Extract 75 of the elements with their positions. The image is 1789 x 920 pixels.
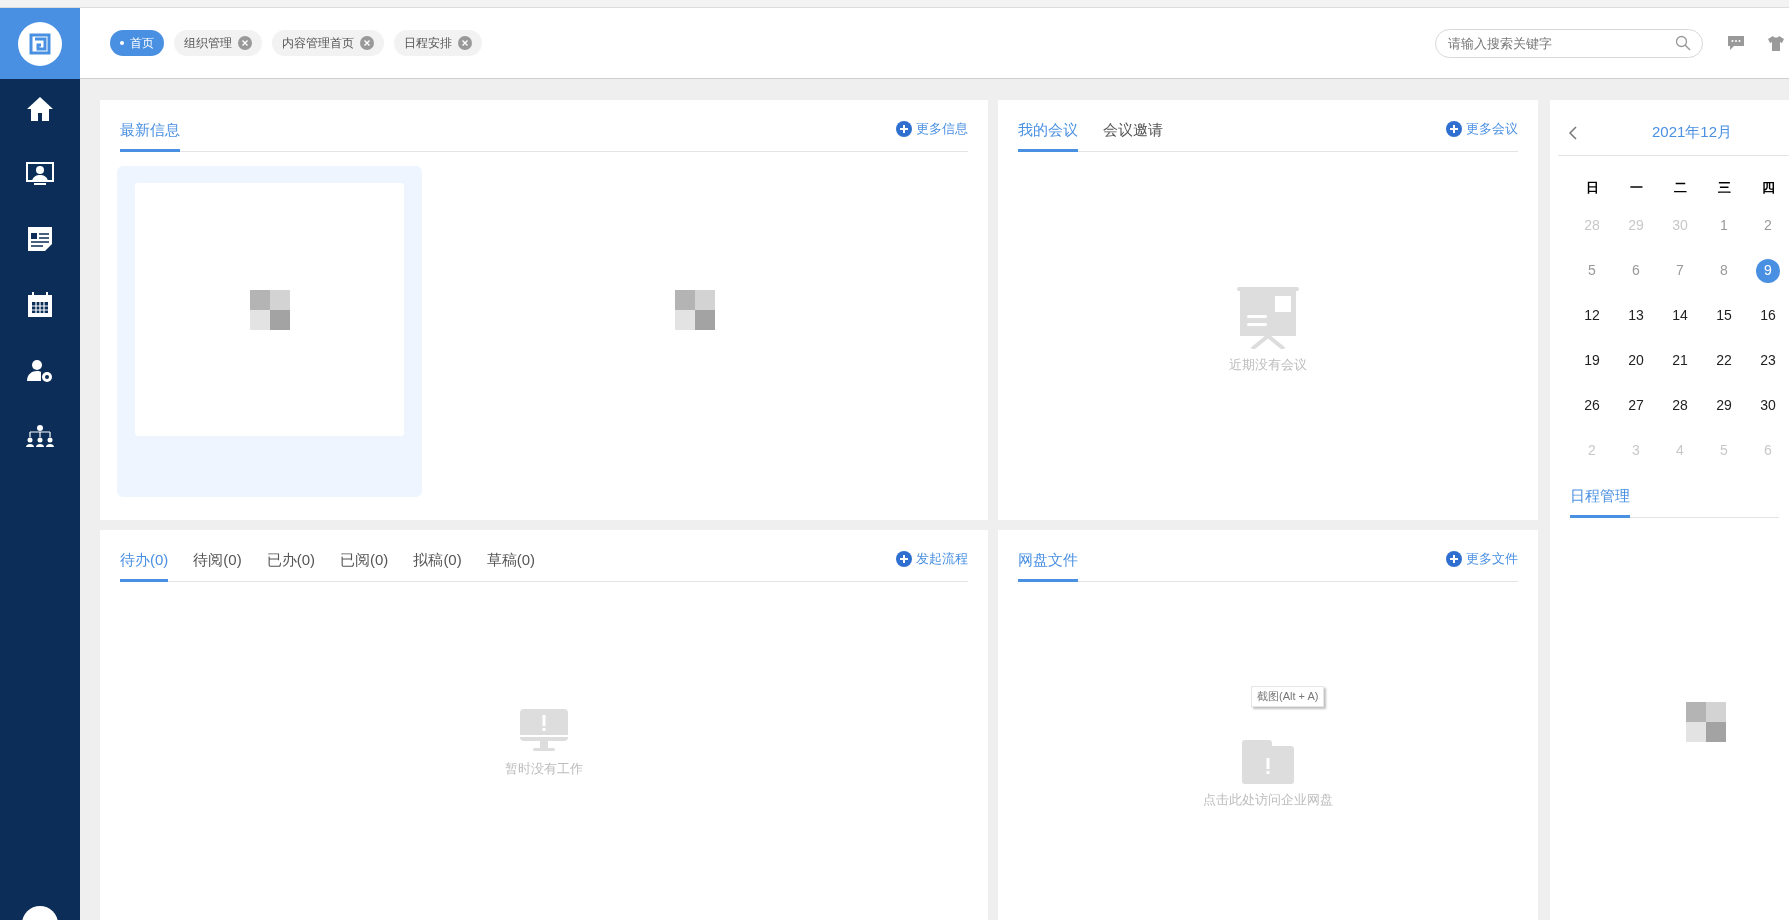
tooltip: 截图(Alt + A): [1251, 686, 1325, 707]
calendar-day[interactable]: 22: [1712, 348, 1736, 373]
panel-tab[interactable]: 最新信息: [120, 111, 180, 152]
calendar-day[interactable]: 30: [1756, 393, 1780, 418]
calendar-day[interactable]: 27: [1624, 393, 1648, 418]
panel-tab[interactable]: 我的会议: [1018, 111, 1078, 152]
calendar-day[interactable]: 9: [1756, 258, 1780, 283]
panel-tab[interactable]: 拟稿(0): [413, 541, 462, 582]
calendar-day[interactable]: 7: [1668, 258, 1692, 283]
calendar-day[interactable]: 26: [1580, 393, 1604, 418]
close-icon[interactable]: [458, 36, 472, 50]
folder-alert-icon: [1242, 740, 1294, 784]
plus-icon[interactable]: [1446, 121, 1462, 137]
panel-tab[interactable]: 网盘文件: [1018, 541, 1078, 582]
weekday-label: 二: [1673, 179, 1687, 198]
header-tab[interactable]: 日程安排: [394, 30, 482, 56]
weekday-label: 一: [1629, 179, 1643, 198]
plus-icon[interactable]: [896, 551, 912, 567]
image-placeholder-icon: [1686, 702, 1726, 742]
weekday-label: 三: [1717, 179, 1731, 198]
logo-icon: [18, 21, 62, 66]
calendar-day[interactable]: 21: [1668, 348, 1692, 373]
calendar-day[interactable]: 5: [1580, 258, 1604, 283]
weekday-label: 日: [1585, 179, 1599, 198]
panel-tab[interactable]: 草稿(0): [486, 541, 536, 582]
calendar-day[interactable]: 12: [1580, 303, 1604, 328]
calendar-day[interactable]: 16: [1756, 303, 1780, 328]
calendar-day[interactable]: 19: [1580, 348, 1604, 373]
more-link[interactable]: 更多文件: [1466, 549, 1518, 569]
header-tab[interactable]: 组织管理: [174, 30, 262, 56]
calendar-day[interactable]: 28: [1668, 393, 1692, 418]
calendar-day[interactable]: 20: [1624, 348, 1648, 373]
chevron-left-icon[interactable]: [1568, 125, 1578, 140]
calendar-day[interactable]: 2: [1756, 213, 1780, 238]
chat-icon[interactable]: [1727, 35, 1745, 51]
plus-icon[interactable]: [896, 121, 912, 137]
close-icon[interactable]: [360, 36, 374, 50]
calendar-day[interactable]: 23: [1756, 348, 1780, 373]
header-tab[interactable]: 内容管理首页: [272, 30, 384, 56]
calendar-day[interactable]: 14: [1668, 303, 1692, 328]
calendar-month-title: 2021年12月: [1652, 122, 1733, 143]
panel-tab[interactable]: 待阅(0): [193, 541, 242, 582]
header-tab[interactable]: 首页: [110, 30, 164, 56]
search-field[interactable]: 请输入搜索关键字: [1435, 28, 1703, 58]
more-link[interactable]: 更多会议: [1466, 119, 1518, 139]
home-icon[interactable]: [26, 96, 54, 122]
search-icon[interactable]: [1675, 34, 1691, 51]
more-link[interactable]: 更多信息: [916, 119, 968, 139]
more-link[interactable]: 发起流程: [916, 549, 968, 569]
calendar-day[interactable]: 13: [1624, 303, 1648, 328]
calendar-icon[interactable]: [27, 292, 53, 318]
calendar-day[interactable]: 15: [1712, 303, 1736, 328]
plus-icon[interactable]: [1446, 551, 1462, 567]
empty-message: 近期没有会议: [1229, 356, 1307, 374]
panel-tab[interactable]: 已办(0): [266, 541, 316, 582]
shirt-icon[interactable]: [1767, 34, 1785, 52]
panel-tab[interactable]: 已阅(0): [340, 541, 389, 582]
calendar-day[interactable]: 29: [1712, 393, 1736, 418]
calendar-day[interactable]: 6: [1624, 258, 1648, 283]
panel-tab[interactable]: 日程管理: [1570, 477, 1630, 518]
image-placeholder-icon: [249, 289, 290, 330]
user-gear-icon[interactable]: [26, 358, 54, 384]
monitor-person-icon[interactable]: [26, 162, 54, 186]
presentation-board-icon: [1237, 287, 1299, 349]
calendar-day[interactable]: 1: [1712, 213, 1736, 238]
monitor-alert-icon: [520, 709, 568, 753]
org-chart-icon[interactable]: [26, 424, 54, 448]
close-icon[interactable]: [238, 36, 252, 50]
calendar-day[interactable]: 8: [1712, 258, 1736, 283]
weekday-label: 四: [1761, 179, 1775, 198]
newspaper-icon[interactable]: [27, 226, 53, 252]
panel-tab[interactable]: 待办(0): [120, 541, 169, 582]
empty-message: 暂时没有工作: [505, 760, 583, 778]
empty-message: 点击此处访问企业网盘: [1203, 791, 1333, 809]
panel-tab[interactable]: 会议邀请: [1103, 111, 1163, 152]
